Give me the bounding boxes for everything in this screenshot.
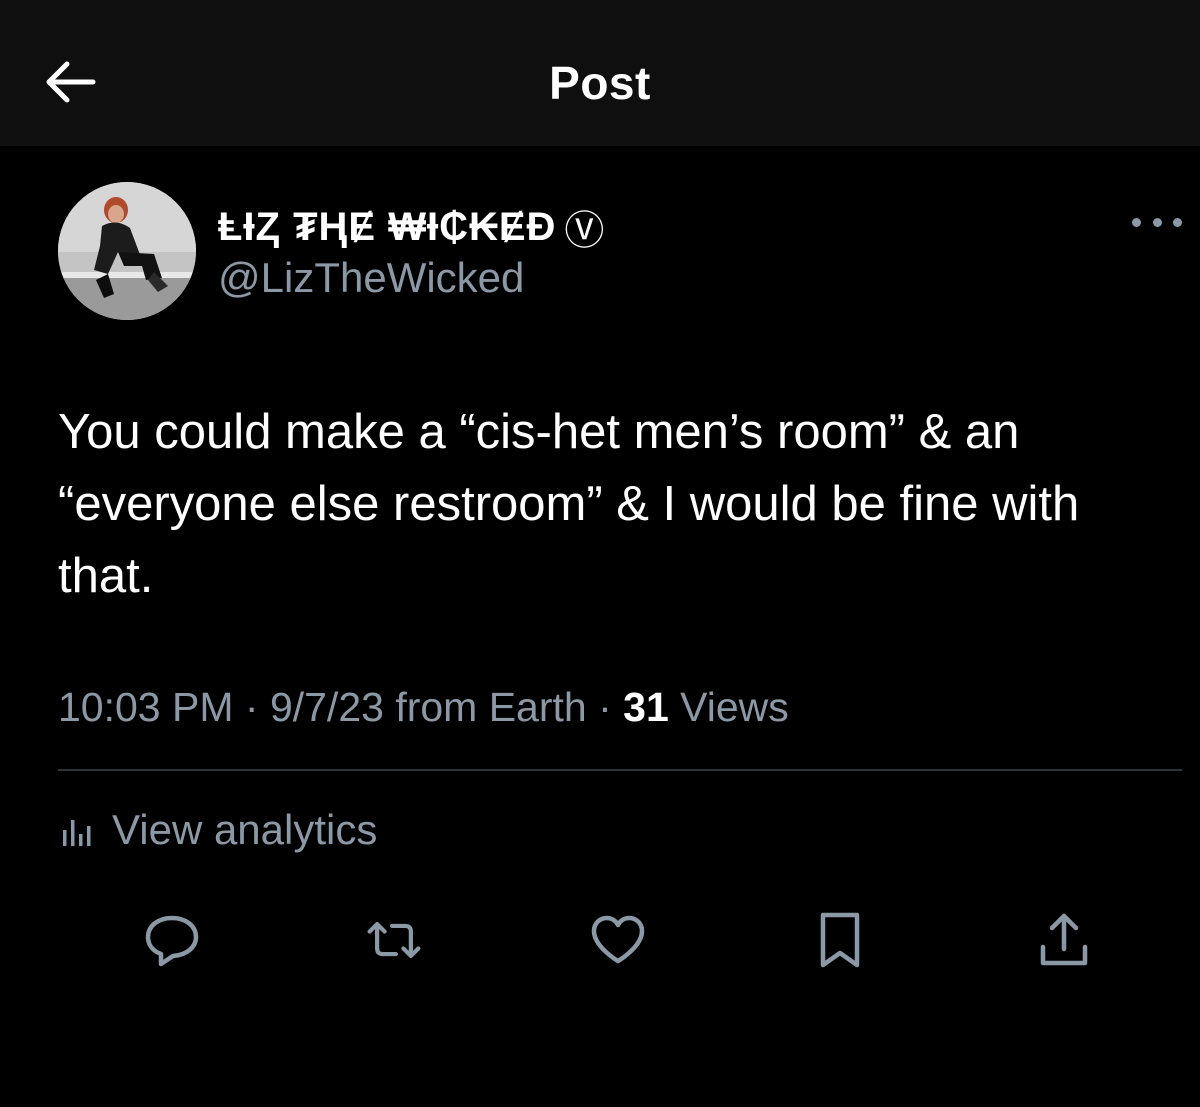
post-meta: 10:03 PM · 9/7/23 from Earth · 31 Views bbox=[58, 684, 789, 731]
post-text: You could make a “cis-het men’s room” & … bbox=[58, 405, 1080, 603]
meta-separator: · bbox=[233, 684, 270, 730]
view-analytics-link[interactable]: View analytics bbox=[60, 806, 377, 854]
bookmark-button[interactable] bbox=[810, 910, 870, 970]
more-dot-icon bbox=[1132, 217, 1141, 227]
avatar-photo bbox=[58, 182, 196, 320]
share-icon bbox=[1040, 913, 1088, 966]
divider bbox=[58, 769, 1182, 771]
post-time: 10:03 PM bbox=[58, 684, 234, 730]
avatar[interactable] bbox=[58, 182, 196, 320]
like-button[interactable] bbox=[588, 910, 648, 970]
views-label: Views bbox=[668, 684, 789, 730]
view-analytics-label: View analytics bbox=[112, 806, 378, 853]
bar-chart-icon bbox=[63, 820, 91, 846]
repost-button[interactable] bbox=[364, 910, 424, 970]
author-handle[interactable]: @LizTheWicked bbox=[218, 254, 524, 302]
bookmark-icon bbox=[820, 912, 860, 968]
page-title: Post bbox=[549, 57, 651, 109]
share-button[interactable] bbox=[1034, 910, 1094, 970]
views-count: 31 bbox=[623, 684, 669, 730]
author-name-row[interactable]: ⱠƗⱫ ₮ⱧɆ ₩Ɨ₵₭ɆĐ Ⓥ bbox=[218, 198, 604, 256]
more-dot-icon bbox=[1152, 217, 1162, 227]
repost-icon bbox=[367, 921, 421, 959]
post-screen: Post ⱠƗⱫ ₮ⱧɆ ₩Ɨ₵₭ɆĐ Ⓥ @LizTheWicked You … bbox=[0, 0, 1200, 1107]
post-date: 9/7/23 from Earth bbox=[269, 684, 587, 730]
more-options-button[interactable] bbox=[1132, 204, 1182, 240]
top-header: Post bbox=[0, 0, 1200, 146]
verified-badge: Ⓥ bbox=[564, 209, 605, 253]
display-name: ⱠƗⱫ ₮ⱧɆ ₩Ɨ₵₭ɆĐ bbox=[218, 204, 557, 249]
reply-icon bbox=[145, 915, 199, 967]
meta-separator: · bbox=[586, 684, 624, 730]
reply-button[interactable] bbox=[142, 910, 202, 970]
heart-icon bbox=[591, 915, 645, 964]
more-dot-icon bbox=[1173, 217, 1182, 227]
